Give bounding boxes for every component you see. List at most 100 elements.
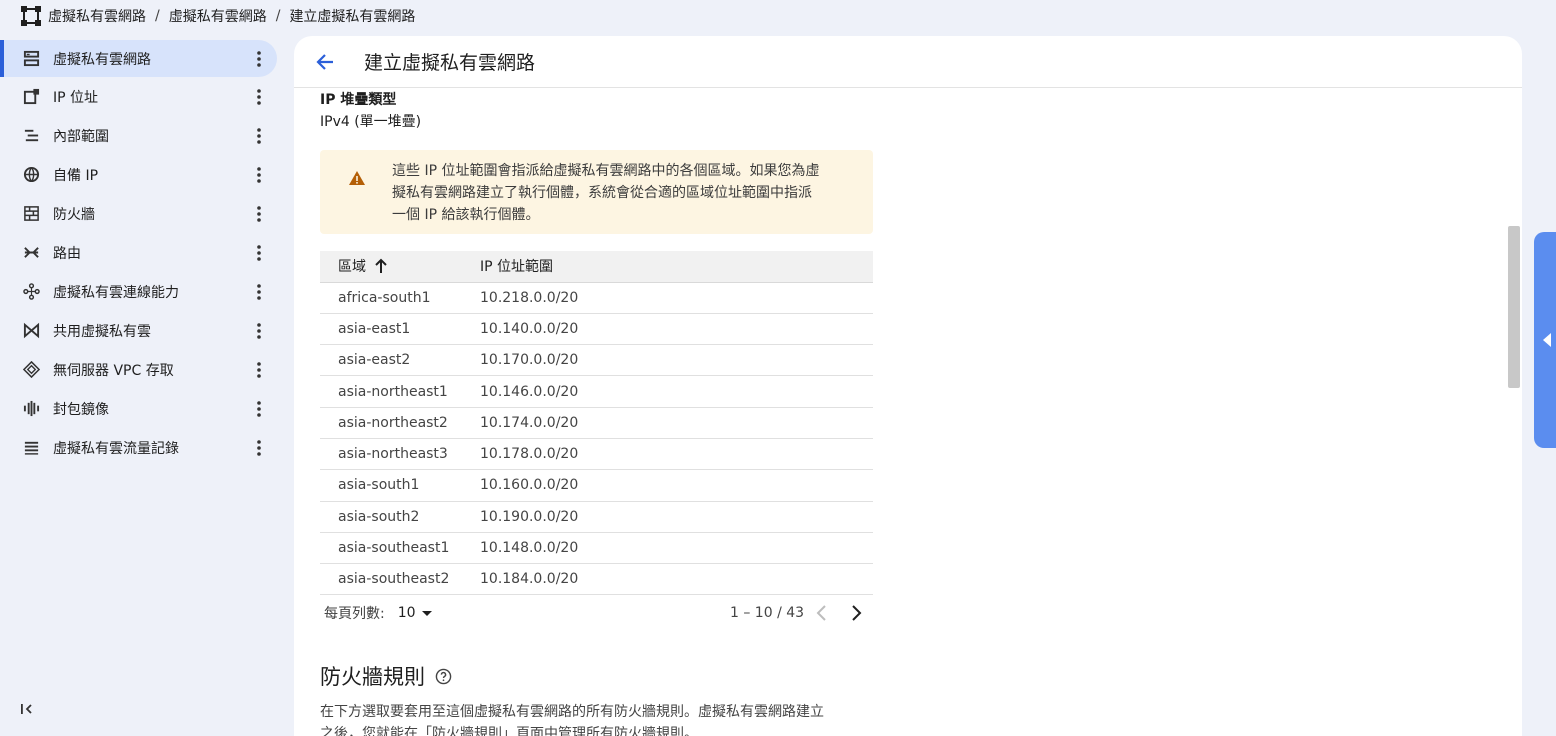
more-vert-icon[interactable] [252, 399, 266, 419]
breadcrumb: 虛擬私有雲網路 / 虛擬私有雲網路 / 建立虛擬私有雲網路 [0, 0, 1556, 32]
ip-address-icon [22, 88, 40, 106]
column-header-ip-range[interactable]: IP 位址範圍 [480, 251, 873, 283]
sidebar-item-label: 共用虛擬私有雲 [53, 323, 151, 340]
table-row: asia-northeast3 10.178.0.0/20 [320, 438, 873, 471]
dropdown-arrow-icon [421, 611, 432, 617]
sidebar-item-routes[interactable]: 路由 [0, 233, 284, 272]
description-line: 之後，您就能在「防火牆規則」頁面中管理所有防火牆規則。 [320, 726, 698, 736]
table-row: asia-southeast2 10.184.0.0/20 [320, 563, 873, 596]
warning-banner: 這些 IP 位址範圍會指派給虛擬私有雲網路中的各個區域。如果您為虛 擬私有雲網路… [320, 150, 873, 234]
sidebar-item-serverless-vpc-access[interactable]: 無伺服器 VPC 存取 [0, 350, 284, 389]
ip-range-cell: 10.190.0.0/20 [480, 501, 873, 533]
table-row: asia-east2 10.170.0.0/20 [320, 344, 873, 377]
globe-icon [22, 166, 40, 184]
ip-range-cell: 10.218.0.0/20 [480, 282, 873, 314]
back-arrow-icon[interactable] [314, 51, 336, 73]
help-icon[interactable] [435, 668, 452, 685]
sidebar-item-shared-vpc[interactable]: 共用虛擬私有雲 [0, 311, 284, 350]
sidebar-item-flow-logs[interactable]: 虛擬私有雲流量記錄 [0, 428, 284, 467]
section-title-text: 防火牆規則 [320, 665, 425, 690]
region-cell: asia-northeast1 [320, 375, 480, 408]
form-content: IP 堆疊類型 IPv4 (單一堆疊) 這些 IP 位址範圍會指派給虛擬私有雲網… [320, 90, 880, 736]
connectivity-icon [22, 283, 40, 301]
sidebar-item-vpc-networks[interactable]: 虛擬私有雲網路 [0, 40, 277, 77]
table-row: asia-southeast1 10.148.0.0/20 [320, 532, 873, 565]
sidebar: 虛擬私有雲網路 IP 位址 內部範圍 自備 IP 防火牆 路由 虛擬私有雲連線能… [0, 38, 284, 478]
collapse-sidebar-icon[interactable] [20, 702, 40, 722]
region-cell: asia-southeast2 [320, 563, 480, 596]
more-vert-icon[interactable] [252, 243, 266, 263]
more-vert-icon[interactable] [252, 49, 266, 69]
breadcrumb-item-2[interactable]: 虛擬私有雲網路 [169, 6, 267, 26]
region-cell: asia-south1 [320, 469, 480, 502]
side-panel-toggle[interactable] [1534, 232, 1556, 448]
next-page-icon[interactable] [848, 604, 864, 622]
sidebar-item-vpc-connectivity[interactable]: 虛擬私有雲連線能力 [0, 272, 284, 311]
table-row: africa-south1 10.218.0.0/20 [320, 282, 873, 314]
more-vert-icon[interactable] [252, 321, 266, 341]
sidebar-item-label: 虛擬私有雲網路 [53, 51, 151, 68]
table-pagination: 每頁列數: 10 1 – 10 / 43 [320, 595, 873, 631]
internal-range-icon [22, 127, 40, 145]
firewall-rules-description: 在下方選取要套用至這個虛擬私有雲網路的所有防火牆規則。虛擬私有雲網路建立 之後，… [320, 701, 873, 736]
sidebar-item-label: 封包鏡像 [53, 401, 109, 418]
region-cell: asia-east2 [320, 344, 480, 377]
region-cell: africa-south1 [320, 282, 480, 314]
more-vert-icon[interactable] [252, 87, 266, 107]
breadcrumb-item-1[interactable]: 虛擬私有雲網路 [48, 6, 146, 26]
sidebar-item-label: 路由 [53, 245, 81, 262]
more-vert-icon[interactable] [252, 126, 266, 146]
serverless-icon [22, 361, 40, 379]
ip-range-cell: 10.140.0.0/20 [480, 313, 873, 346]
description-line: 在下方選取要套用至這個虛擬私有雲網路的所有防火牆規則。虛擬私有雲網路建立 [320, 704, 824, 721]
firewall-icon [22, 205, 40, 223]
routes-icon [22, 244, 40, 262]
breadcrumb-separator: / [155, 8, 160, 24]
sidebar-item-label: 防火牆 [53, 206, 95, 223]
sort-ascending-icon[interactable] [374, 258, 388, 274]
firewall-rules-heading: 防火牆規則 [320, 661, 880, 691]
sidebar-item-byoip[interactable]: 自備 IP [0, 155, 284, 194]
ip-range-cell: 10.174.0.0/20 [480, 407, 873, 439]
flow-logs-icon [22, 439, 40, 457]
sidebar-item-ip-addresses[interactable]: IP 位址 [0, 77, 284, 116]
sidebar-item-packet-mirroring[interactable]: 封包鏡像 [0, 389, 284, 428]
scrollbar-thumb[interactable] [1508, 226, 1520, 388]
table-row: asia-south2 10.190.0.0/20 [320, 501, 873, 533]
ip-range-cell: 10.160.0.0/20 [480, 469, 873, 502]
sidebar-item-label: 內部範圍 [53, 128, 109, 145]
region-cell: asia-southeast1 [320, 532, 480, 565]
more-vert-icon[interactable] [252, 282, 266, 302]
column-header-region[interactable]: 區域 [320, 251, 480, 283]
ip-stack-value: IPv4 (單一堆疊) [320, 114, 422, 130]
table-row: asia-south1 10.160.0.0/20 [320, 469, 873, 502]
table-header-row: 區域 IP 位址範圍 [320, 251, 873, 283]
column-header-label: IP 位址範圍 [480, 259, 554, 276]
region-cell: asia-northeast3 [320, 438, 480, 471]
ip-range-cell: 10.146.0.0/20 [480, 375, 873, 408]
sidebar-item-label: 無伺服器 VPC 存取 [53, 362, 174, 379]
table-row: asia-northeast2 10.174.0.0/20 [320, 407, 873, 439]
ip-range-cell: 10.184.0.0/20 [480, 563, 873, 596]
page-range: 1 – 10 / 43 [730, 605, 805, 622]
more-vert-icon[interactable] [252, 438, 266, 458]
sidebar-item-label: IP 位址 [53, 89, 99, 106]
more-vert-icon[interactable] [252, 360, 266, 380]
sidebar-item-label: 虛擬私有雲流量記錄 [53, 440, 179, 457]
ip-range-cell: 10.170.0.0/20 [480, 344, 873, 377]
page-title: 建立虛擬私有雲網路 [364, 52, 536, 74]
region-cell: asia-northeast2 [320, 407, 480, 439]
sidebar-item-internal-ranges[interactable]: 內部範圍 [0, 116, 284, 155]
previous-page-icon[interactable] [814, 604, 830, 622]
ip-range-cell: 10.178.0.0/20 [480, 438, 873, 471]
page-header: 建立虛擬私有雲網路 [294, 36, 1522, 88]
sidebar-item-firewall[interactable]: 防火牆 [0, 194, 284, 233]
more-vert-icon[interactable] [252, 204, 266, 224]
region-cell: asia-east1 [320, 313, 480, 346]
rows-per-page-select[interactable]: 10 [398, 605, 434, 621]
more-vert-icon[interactable] [252, 165, 266, 185]
column-header-label: 區域 [338, 259, 366, 276]
vpc-network-icon [22, 50, 40, 68]
warning-text-line: 擬私有雲網路建立了執行個體，系統會從合適的區域位址範圍中指派 [392, 185, 812, 201]
warning-icon [349, 171, 365, 185]
